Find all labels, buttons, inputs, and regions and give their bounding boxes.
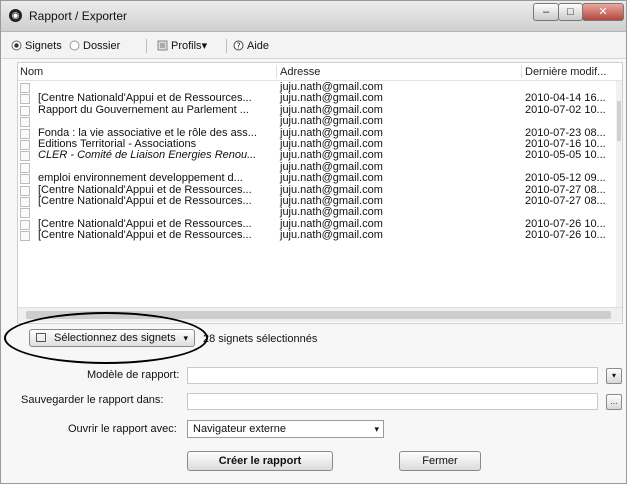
svg-text:?: ? <box>236 42 240 51</box>
column-header-nom[interactable]: Nom <box>20 66 43 78</box>
dossier-label: Dossier <box>83 40 121 52</box>
maximize-button[interactable]: □ <box>558 3 583 21</box>
row-nom: Editions Territorial - Associations <box>38 138 197 150</box>
dossier-radio[interactable]: Dossier <box>69 38 120 54</box>
list-item[interactable]: [Centre Nationald'Appui et de Ressources… <box>18 229 616 242</box>
row-date: 2010-07-02 10... <box>525 104 606 116</box>
row-nom: [Centre Nationald'Appui et de Ressources… <box>38 230 252 242</box>
row-nom: Fonda : la vie associative et le rôle de… <box>38 127 257 139</box>
row-date: 2010-07-26 10... <box>525 218 606 230</box>
toolbar-separator <box>146 39 147 53</box>
title-bar: ◉ Rapport / Exporter – □ ✕ <box>1 1 626 32</box>
row-checkbox[interactable] <box>20 208 30 219</box>
row-checkbox[interactable] <box>20 139 30 150</box>
modele-label: Modèle de rapport: <box>87 369 180 381</box>
signets-radio[interactable]: Signets <box>11 38 62 54</box>
ouvrir-label: Ouvrir le rapport avec: <box>68 423 177 435</box>
column-separator <box>276 65 277 78</box>
row-adresse: juju.nath@gmail.com <box>280 172 383 185</box>
chevron-down-icon: ▾ <box>183 333 188 343</box>
row-nom: [Centre Nationald'Appui et de Ressources… <box>38 184 252 196</box>
ellipsis-icon: … <box>610 397 618 406</box>
row-adresse: juju.nath@gmail.com <box>280 115 383 128</box>
row-checkbox[interactable] <box>20 117 30 128</box>
row-nom: [Centre Nationald'Appui et de Ressources… <box>38 218 252 230</box>
scrollbar-thumb[interactable] <box>617 101 621 141</box>
help-icon: ? <box>233 40 244 51</box>
row-nom: Rapport du Gouvernement au Parlement ... <box>38 104 249 116</box>
open-with-select[interactable]: Navigateur externe ▾ <box>187 420 384 438</box>
row-checkbox[interactable] <box>20 174 30 185</box>
column-header-date[interactable]: Dernière modif... <box>525 66 606 78</box>
row-checkbox[interactable] <box>20 196 30 207</box>
row-nom: emploi environnement developpement d... <box>38 173 243 185</box>
row-checkbox[interactable] <box>20 151 30 162</box>
row-date: 2010-07-26 10... <box>525 230 606 242</box>
minimize-button[interactable]: – <box>533 3 559 21</box>
sauvegarder-label: Sauvegarder le rapport dans: <box>21 394 164 406</box>
row-checkbox[interactable] <box>20 162 30 173</box>
browse-button[interactable]: … <box>606 394 622 410</box>
app-icon: ◉ <box>9 9 22 22</box>
chevron-down-icon: ▾ <box>374 424 379 434</box>
signets-label: Signets <box>25 40 62 52</box>
row-nom: [Centre Nationald'Appui et de Ressources… <box>38 195 252 207</box>
toolbar: Signets Dossier Profils▾ ? Aide <box>1 32 626 59</box>
row-checkbox[interactable] <box>20 128 30 139</box>
row-checkbox[interactable] <box>20 185 30 196</box>
row-nom: [Centre Nationald'Appui et de Ressources… <box>38 93 252 105</box>
aide-button[interactable]: ? Aide <box>233 38 269 54</box>
row-date: 2010-05-12 09... <box>525 173 606 185</box>
list-item[interactable]: juju.nath@gmail.com <box>18 206 616 219</box>
row-date: 2010-07-27 08... <box>525 195 606 207</box>
row-checkbox[interactable] <box>20 231 30 242</box>
row-checkbox[interactable] <box>20 94 30 105</box>
vertical-scrollbar[interactable] <box>616 81 622 307</box>
row-nom: CLER - Comité de Liaison Energies Renou.… <box>38 150 257 162</box>
aide-label: Aide <box>247 40 270 52</box>
create-report-button[interactable]: Créer le rapport <box>187 451 333 471</box>
row-checkbox[interactable] <box>20 219 30 230</box>
column-separator <box>521 65 522 78</box>
window-title: Rapport / Exporter <box>29 9 128 23</box>
row-date: 2010-07-23 08... <box>525 127 606 139</box>
checklist-icon <box>36 333 46 342</box>
save-path-field[interactable] <box>187 393 598 410</box>
bookmark-list: Nom Adresse Dernière modif... juju.nath@… <box>17 62 623 324</box>
report-export-window: ◉ Rapport / Exporter – □ ✕ Signets Dossi… <box>0 0 627 484</box>
select-bookmarks-label: Sélectionnez des signets <box>54 332 176 344</box>
list-header: Nom Adresse Dernière modif... <box>18 63 622 81</box>
window-close-button[interactable]: ✕ <box>582 3 624 21</box>
toolbar-separator <box>226 39 227 53</box>
profiles-icon <box>157 40 168 51</box>
row-date: 2010-04-14 16... <box>525 93 606 105</box>
row-adresse: juju.nath@gmail.com <box>280 206 383 219</box>
close-button[interactable]: Fermer <box>399 451 481 471</box>
select-bookmarks-button[interactable]: Sélectionnez des signets ▾ <box>29 329 195 347</box>
profils-menu-button[interactable]: Profils▾ <box>157 38 207 54</box>
list-rows: juju.nath@gmail.com [Centre Nationald'App… <box>18 81 616 242</box>
list-item[interactable]: emploi environnement developpement d... j… <box>18 172 616 185</box>
chevron-down-icon: ▾ <box>201 40 208 52</box>
column-header-adresse[interactable]: Adresse <box>280 66 320 78</box>
list-item[interactable]: juju.nath@gmail.com <box>18 115 616 128</box>
modele-dropdown-button[interactable]: ▾ <box>606 368 622 384</box>
profils-label: Profils <box>171 40 202 52</box>
row-checkbox[interactable] <box>20 105 30 116</box>
selected-count-text: 28 signets sélectionnés <box>203 333 318 345</box>
row-date: 2010-07-16 10... <box>525 138 606 150</box>
radio-icon <box>69 40 80 51</box>
chevron-down-icon: ▾ <box>611 371 616 380</box>
row-date: 2010-07-27 08... <box>525 184 606 196</box>
row-date: 2010-05-05 10... <box>525 150 606 162</box>
open-with-value: Navigateur externe <box>193 423 286 435</box>
modele-field[interactable] <box>187 367 598 384</box>
row-checkbox[interactable] <box>20 83 30 93</box>
row-adresse: juju.nath@gmail.com <box>280 229 383 242</box>
radio-selected-icon <box>11 40 22 51</box>
